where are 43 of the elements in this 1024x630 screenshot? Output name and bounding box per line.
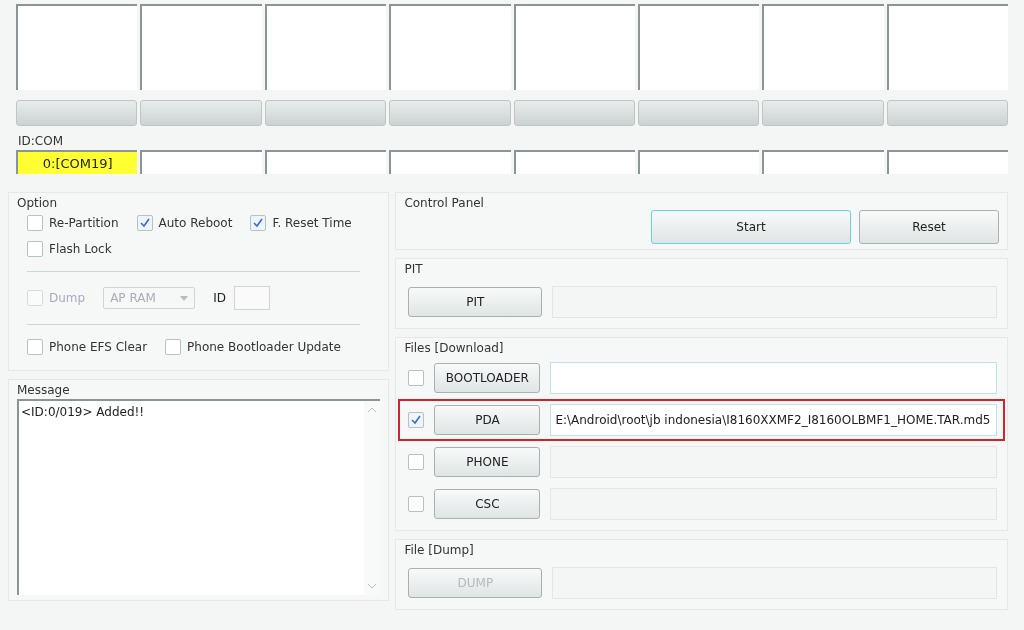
panel-title: Message xyxy=(17,383,71,397)
checkbox[interactable] xyxy=(408,496,425,512)
id-field[interactable] xyxy=(233,286,270,310)
panel-title: File [Dump] xyxy=(404,543,475,557)
panel-title: Files [Download] xyxy=(404,341,505,355)
checkbox-label: Dump xyxy=(49,291,86,305)
checkmark-icon xyxy=(253,218,264,228)
file-button[interactable]: BOOTLOADER xyxy=(434,363,541,393)
checkbox-label: F. Reset Time xyxy=(272,216,352,230)
checkmark-icon xyxy=(411,415,422,425)
panel-title: PIT xyxy=(404,262,424,276)
checkbox-label: Phone Bootloader Update xyxy=(187,340,341,354)
panel-title: Option xyxy=(17,196,59,210)
file-button[interactable]: CSC xyxy=(434,489,541,519)
checkbox[interactable] xyxy=(165,339,182,355)
scroll-down-icon xyxy=(368,583,377,589)
checkbox[interactable] xyxy=(27,241,43,257)
file-button[interactable]: PDA xyxy=(434,405,541,435)
pit-button[interactable]: PIT xyxy=(408,287,543,317)
control-button[interactable]: Start xyxy=(651,210,851,244)
checkbox[interactable] xyxy=(136,215,153,231)
checkbox-label: Auto Reboot xyxy=(158,216,233,230)
checkbox[interactable] xyxy=(250,215,267,231)
id-label: ID xyxy=(213,291,226,305)
checkbox-label: Phone EFS Clear xyxy=(49,340,148,354)
checkbox-label: Re-Partition xyxy=(49,216,119,230)
checkmark-icon xyxy=(139,218,150,228)
checkbox[interactable] xyxy=(408,370,425,386)
caret-icon xyxy=(180,295,189,301)
panel-title: Control Panel xyxy=(404,196,485,210)
com-port-cell: 0:[COM19] xyxy=(16,150,138,174)
checkbox[interactable] xyxy=(27,339,43,355)
file-button[interactable]: PHONE xyxy=(434,447,541,477)
path-field[interactable]: E:\Android\root\jb indonesia\I8160XXMF2_I8160OLBMF1_HOME.TAR.md5 xyxy=(550,404,997,436)
control-button[interactable]: Reset xyxy=(859,210,999,244)
scroll-up-icon xyxy=(368,407,377,413)
path-field[interactable] xyxy=(550,362,997,394)
checkbox[interactable] xyxy=(27,215,43,231)
checkbox[interactable] xyxy=(408,412,425,428)
checkbox-label: Flash Lock xyxy=(49,242,112,256)
id-com-label: ID:COM xyxy=(18,134,64,148)
checkbox[interactable] xyxy=(408,454,425,470)
log-line: <ID:0/019> Added!! xyxy=(21,405,146,419)
